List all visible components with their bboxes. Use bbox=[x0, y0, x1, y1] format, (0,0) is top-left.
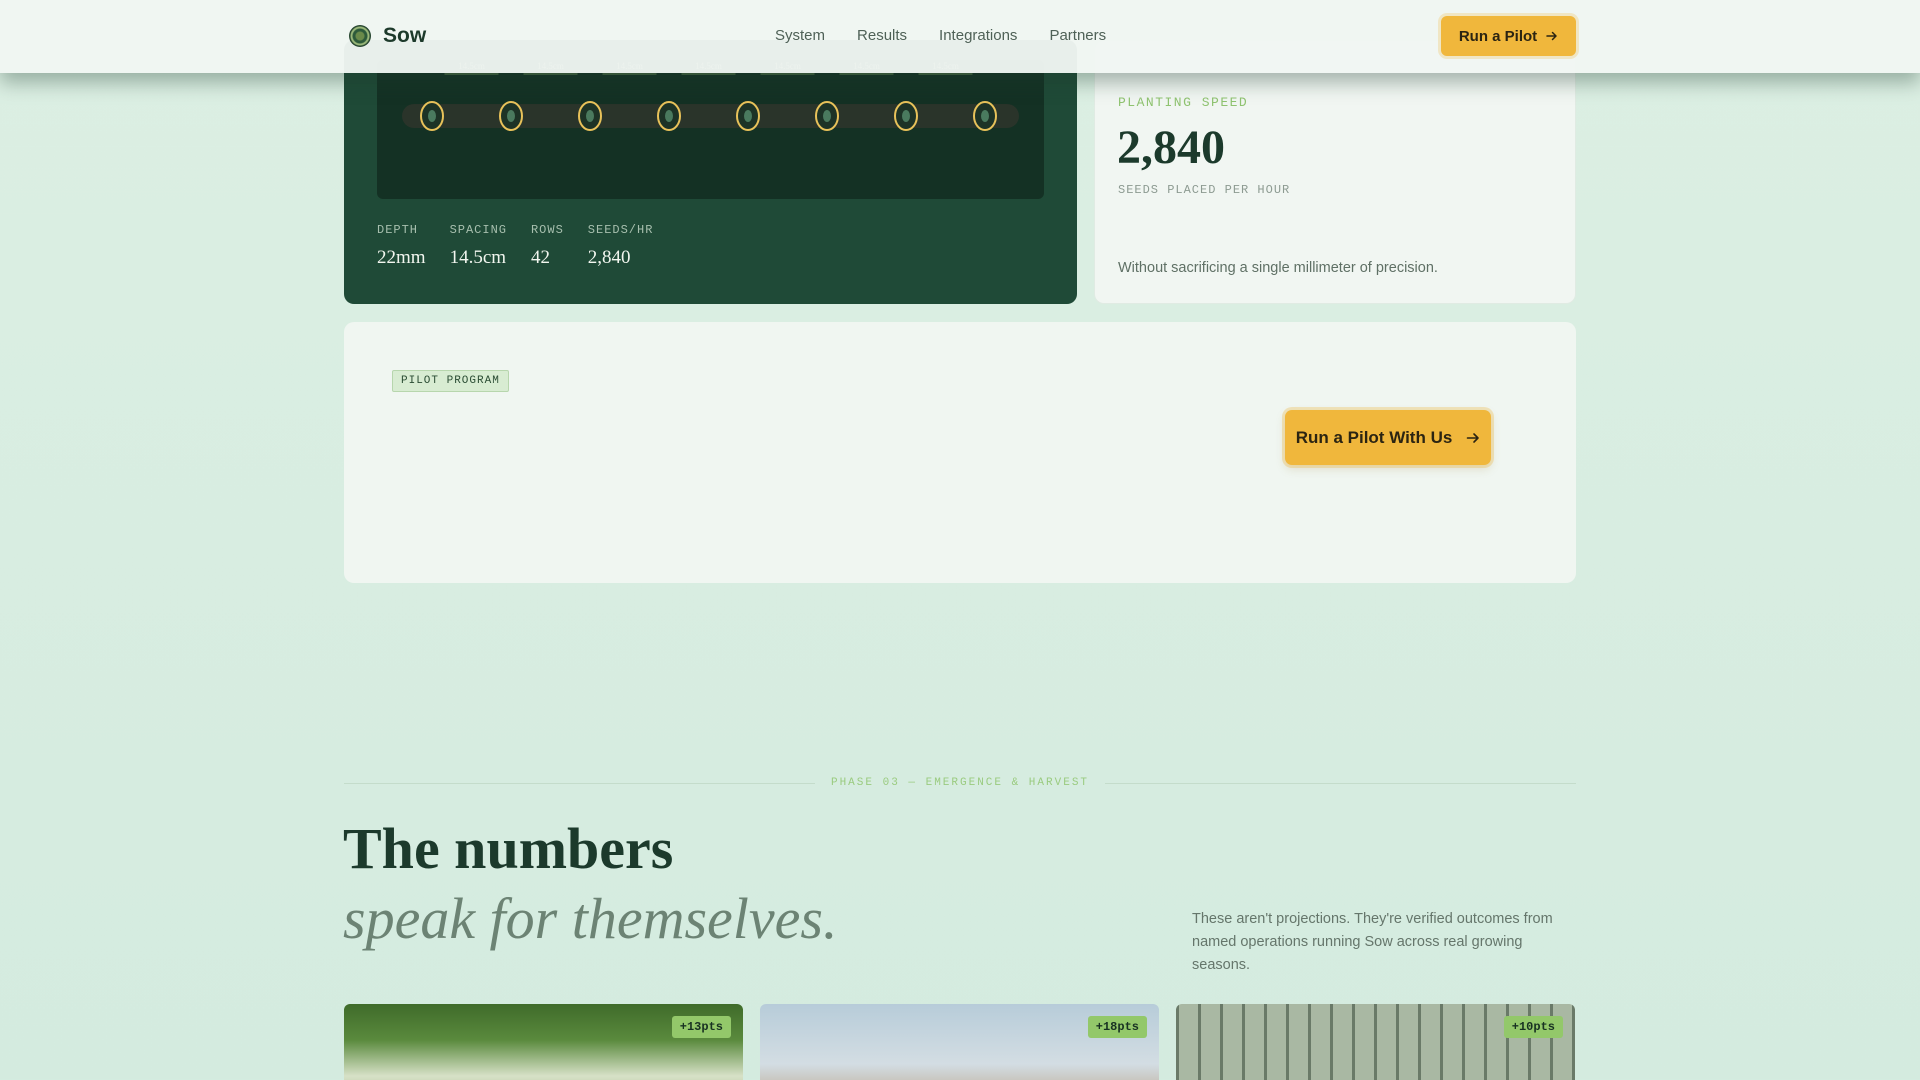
phase-label: PHASE 03 — EMERGENCE & HARVEST bbox=[830, 777, 1090, 789]
top-nav: Sow System Results Integrations Partners… bbox=[0, 0, 1920, 73]
seed-core bbox=[902, 110, 910, 122]
arrow-right-icon bbox=[1467, 432, 1480, 443]
sow-logo-icon bbox=[349, 25, 371, 47]
stat-value: 22mm bbox=[377, 247, 426, 268]
run-pilot-with-us-button[interactable]: Run a Pilot With Us bbox=[1285, 410, 1491, 465]
run-pilot-label: Run a Pilot bbox=[1458, 27, 1538, 45]
divider-line bbox=[344, 782, 815, 784]
stat-label: ROWS bbox=[530, 223, 564, 237]
seed-core bbox=[586, 110, 594, 122]
seed-core bbox=[665, 110, 673, 122]
stat-rows: ROWS 42 bbox=[531, 223, 564, 269]
seed-core bbox=[428, 110, 436, 122]
seed-core bbox=[744, 110, 752, 122]
arrow-right-icon bbox=[1546, 31, 1557, 41]
stat-label: DEPTH bbox=[377, 223, 419, 237]
pilot-program-badge: PILOT PROGRAM bbox=[392, 370, 509, 392]
nav-link-partners[interactable]: Partners bbox=[1049, 27, 1106, 44]
brand[interactable]: Sow bbox=[349, 24, 426, 48]
machine-stats: DEPTH 22mm SPACING 14.5cm ROWS 42 SEEDS/… bbox=[377, 223, 653, 269]
pilot-program-card: PILOT PROGRAM Run a Pilot With Us bbox=[344, 322, 1576, 583]
improvement-badge: +13pts bbox=[671, 1016, 731, 1038]
speed-note: Without sacrificing a single millimeter … bbox=[1118, 260, 1438, 276]
nav-link-system[interactable]: System bbox=[775, 27, 825, 44]
stat-spacing: SPACING 14.5cm bbox=[450, 223, 507, 269]
section-headline: The numbers bbox=[343, 816, 674, 881]
run-pilot-button[interactable]: Run a Pilot bbox=[1441, 16, 1576, 56]
seed-placement-visual: 14.5cm14.5cm14.5cm14.5cm14.5cm14.5cm14.5… bbox=[377, 60, 1044, 199]
machine-card: 14.5cm14.5cm14.5cm14.5cm14.5cm14.5cm14.5… bbox=[344, 40, 1077, 304]
speed-value: 2,840 bbox=[1117, 121, 1225, 174]
nav-links: System Results Integrations Partners bbox=[775, 27, 1106, 44]
stat-value: 14.5cm bbox=[449, 247, 507, 268]
stat-value: 2,840 bbox=[587, 247, 631, 268]
seed-core bbox=[981, 110, 989, 122]
seed-core bbox=[823, 110, 831, 122]
stat-label: SPACING bbox=[449, 223, 507, 237]
section-headline-italic: speak for themselves. bbox=[343, 886, 838, 951]
improvement-badge: +18pts bbox=[1087, 1016, 1147, 1038]
section-intro: These aren't projections. They're verifi… bbox=[1192, 911, 1553, 973]
improvement-badge: +10pts bbox=[1503, 1016, 1563, 1038]
stat-depth: DEPTH 22mm bbox=[377, 223, 426, 269]
run-pilot-with-us-label: Run a Pilot With Us bbox=[1295, 427, 1453, 447]
planting-speed-card: PLANTING SPEED 2,840 SEEDS PLACED PER HO… bbox=[1094, 40, 1576, 304]
result-card[interactable]: +13pts bbox=[344, 1004, 743, 1080]
speed-subtitle: SEEDS PLACED PER HOUR bbox=[1118, 183, 1291, 197]
seed-core bbox=[507, 110, 515, 122]
nav-link-integrations[interactable]: Integrations bbox=[939, 27, 1017, 44]
stat-seeds-hr: SEEDS/HR 2,840 bbox=[588, 223, 654, 269]
nav-link-results[interactable]: Results bbox=[857, 27, 907, 44]
stat-value: 42 bbox=[530, 247, 550, 268]
speed-label: PLANTING SPEED bbox=[1118, 95, 1249, 110]
stat-label: SEEDS/HR bbox=[587, 223, 654, 237]
phase-divider: PHASE 03 — EMERGENCE & HARVEST bbox=[344, 776, 1577, 790]
result-card[interactable]: +18pts bbox=[760, 1004, 1159, 1080]
brand-name: Sow bbox=[383, 24, 427, 47]
seed-row-svg: 14.5cm14.5cm14.5cm14.5cm14.5cm14.5cm14.5… bbox=[420, 61, 997, 131]
divider-line bbox=[1105, 782, 1577, 784]
result-card[interactable]: +10pts bbox=[1176, 1004, 1575, 1080]
